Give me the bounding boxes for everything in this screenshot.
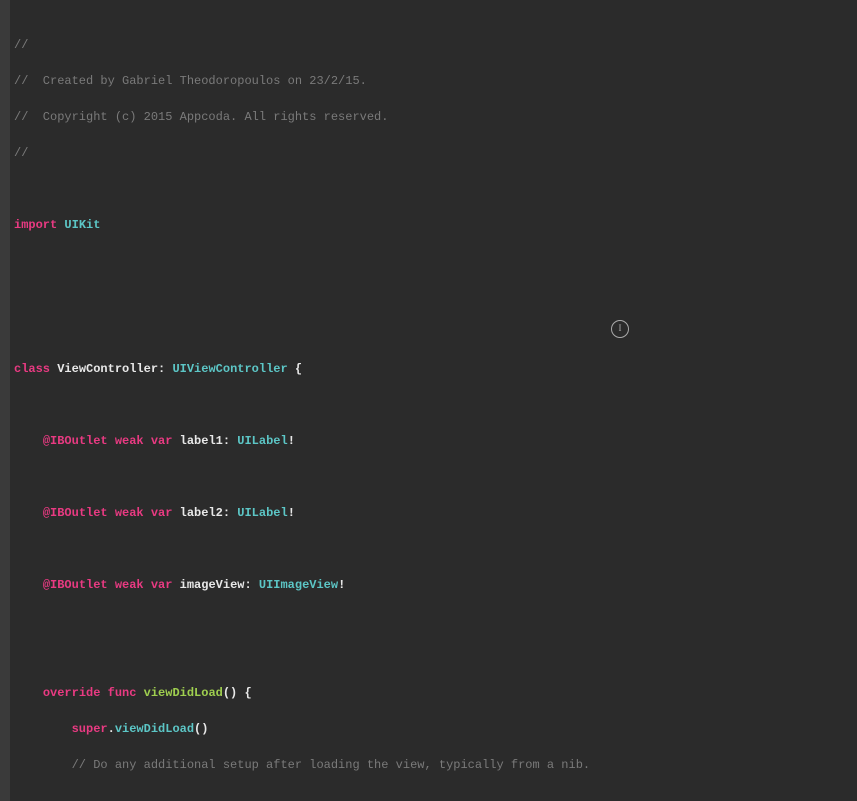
class-decl: class ViewController: UIViewController { <box>14 360 857 378</box>
blank-line <box>14 468 857 486</box>
func-decl: override func viewDidLoad() { <box>14 684 857 702</box>
header-comment: // <box>14 36 857 54</box>
blank-line <box>14 540 857 558</box>
outlet-decl: @IBOutlet weak var imageView: UIImageVie… <box>14 576 857 594</box>
inline-comment: // Do any additional setup after loading… <box>14 756 857 774</box>
blank-line <box>14 648 857 666</box>
blank-line <box>14 180 857 198</box>
blank-line <box>14 288 857 306</box>
blank-line <box>14 792 857 801</box>
super-call: super.viewDidLoad() <box>14 720 857 738</box>
outlet-decl: @IBOutlet weak var label2: UILabel! <box>14 504 857 522</box>
editor-gutter <box>0 0 10 801</box>
blank-line <box>14 252 857 270</box>
blank-line <box>14 612 857 630</box>
code-editor[interactable]: // // Created by Gabriel Theodoropoulos … <box>0 0 857 801</box>
import-line: import UIKit <box>14 216 857 234</box>
outlet-decl: @IBOutlet weak var label1: UILabel! <box>14 432 857 450</box>
blank-line <box>14 324 857 342</box>
header-comment: // <box>14 144 857 162</box>
header-comment: // Created by Gabriel Theodoropoulos on … <box>14 72 857 90</box>
header-comment: // Copyright (c) 2015 Appcoda. All right… <box>14 108 857 126</box>
blank-line <box>14 396 857 414</box>
